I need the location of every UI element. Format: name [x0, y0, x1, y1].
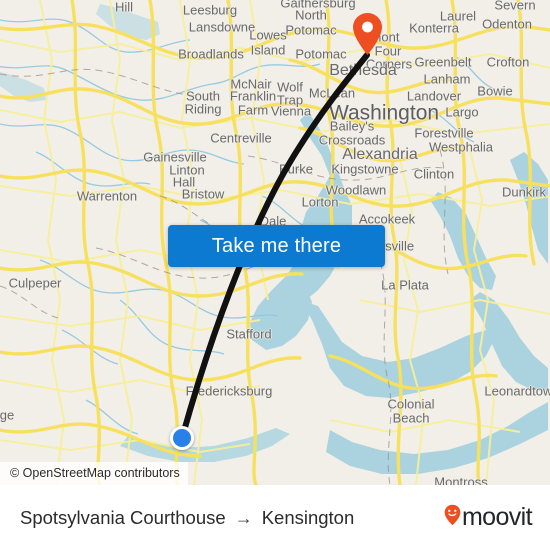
footer-bar: Spotsylvania Courthouse → Kensington moo… — [0, 485, 550, 550]
moovit-logo[interactable]: moovit — [444, 503, 533, 531]
take-me-there-button[interactable]: Take me there — [168, 225, 385, 267]
origin-location-dot[interactable] — [170, 426, 194, 450]
trip-origin-label: Spotsylvania Courthouse — [20, 506, 226, 528]
map-attribution[interactable]: © OpenStreetMap contributors — [0, 462, 188, 485]
destination-pin-marker[interactable] — [352, 12, 383, 56]
trip-destination-label: Kensington — [261, 506, 355, 528]
moovit-wordmark: moovit — [461, 503, 533, 531]
moovit-pin-icon — [444, 504, 461, 531]
moovit-trip-map-screen: Hill Leesburg Lansdowne Lowes Island Gaithers… — [0, 0, 550, 550]
trip-summary: Spotsylvania Courthouse → Kensington — [20, 507, 354, 529]
map-canvas[interactable]: Hill Leesburg Lansdowne Lowes Island Gaithers… — [0, 0, 550, 485]
arrow-right-icon: → — [234, 507, 253, 528]
